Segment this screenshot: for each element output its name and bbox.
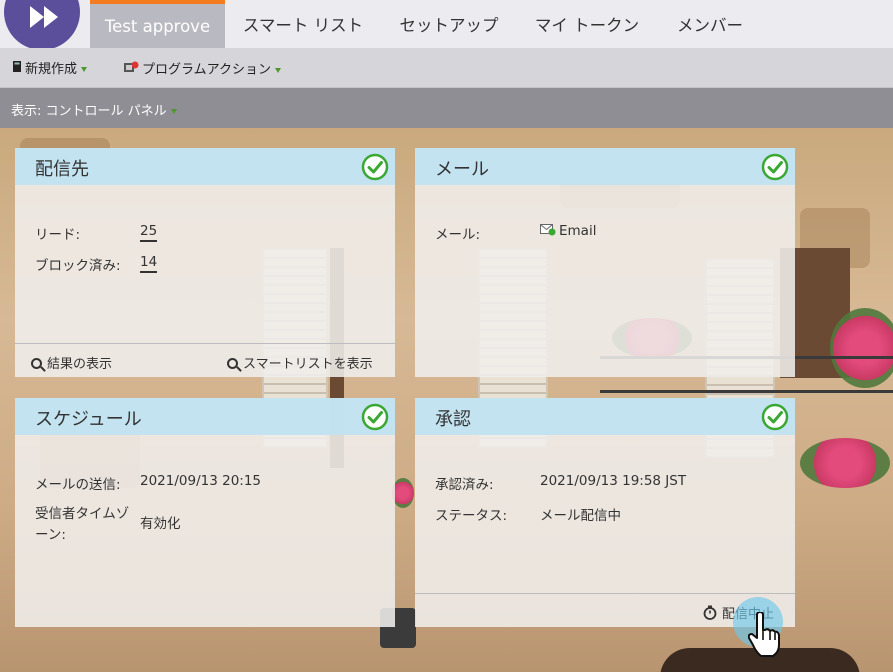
status-value: メール配信中 [540,508,621,524]
timezone-label-line2: ーン: [35,527,66,543]
view-results-label: 結果の表示 [47,357,113,372]
email-panel: メール メール: Email [415,148,795,377]
view-bar: 表示: コントロール パネル [0,88,893,128]
view-selector-label: 表示: コントロール パネル [11,104,167,119]
panel-header: メール [415,148,795,185]
search-icon [227,358,238,369]
email-asset-icon [540,224,556,236]
status-label: ステータス: [435,508,508,524]
view-results-link[interactable]: 結果の表示 [31,353,112,372]
approved-label: 承認済み: [435,477,494,493]
email-label: メール: [435,227,481,243]
search-icon [31,358,42,369]
timezone-label: 受信者タイムゾ ーン: [35,504,129,546]
leads-count-link[interactable]: 25 [140,223,158,242]
panel-title: 承認 [435,409,471,430]
caret-down-icon [170,109,177,114]
caret-down-icon [274,67,281,73]
program-actions-menu[interactable]: プログラムアクション [123,60,281,78]
panel-header: スケジュール [15,398,395,435]
send-time-label: メールの送信: [35,477,121,493]
leads-label: リード: [35,227,81,243]
view-smartlist-link[interactable]: スマートリストを表示 [227,353,373,372]
tab-my-tokens[interactable]: マイ トークン [527,0,647,48]
new-document-icon [12,60,22,79]
email-asset-label: Email [559,223,597,239]
hand-cursor-icon [748,612,780,657]
panel-header: 配信先 [15,148,395,185]
view-smartlist-label: スマートリストを表示 [243,357,373,372]
tab-members[interactable]: メンバー [665,0,755,48]
audience-panel: 配信先 リード: 25 ブロック済み: 14 結果の表示 スマートリストを表示 [15,148,395,377]
timezone-label-line1: 受信者タイムゾ [35,506,130,522]
tab-test-approve[interactable]: Test approve [90,0,225,48]
panel-title: スケジュール [35,409,142,430]
blocked-label: ブロック済み: [35,258,121,274]
program-actions-label: プログラムアクション [142,62,271,78]
check-circle-icon [761,403,789,431]
check-circle-icon [761,153,789,181]
blocked-count-link[interactable]: 14 [140,254,158,273]
new-menu-label: 新規作成 [25,62,78,77]
panel-title: メール [435,159,489,180]
approved-value: 2021/09/13 19:58 JST [540,473,687,489]
toolbar: 新規作成 プログラムアクション [0,48,893,88]
timezone-value: 有効化 [140,516,181,532]
stopwatch-icon [703,605,717,620]
panel-footer: 結果の表示 スマートリストを表示 [15,343,395,377]
view-selector[interactable]: 表示: コントロール パネル [11,100,177,119]
tab-setup[interactable]: セットアップ [388,0,510,48]
top-nav: Test approve スマート リスト セットアップ マイ トークン メンバ… [0,0,893,50]
caret-down-icon [81,67,88,72]
check-circle-icon [361,403,389,431]
panel-header: 承認 [415,398,795,435]
schedule-panel: スケジュール メールの送信: 2021/09/13 20:15 受信者タイムゾ … [15,398,395,627]
panel-title: 配信先 [35,159,89,180]
check-circle-icon [361,153,389,181]
tab-smart-list[interactable]: スマート リスト [233,0,373,48]
marketo-logo[interactable] [4,0,80,50]
program-actions-icon [123,60,139,80]
new-menu[interactable]: 新規作成 [12,60,88,79]
send-time-value: 2021/09/13 20:15 [140,473,262,489]
email-asset-link[interactable]: Email [540,223,596,239]
approval-panel: 承認 承認済み: 2021/09/13 19:58 JST ステータス: メール… [415,398,795,627]
